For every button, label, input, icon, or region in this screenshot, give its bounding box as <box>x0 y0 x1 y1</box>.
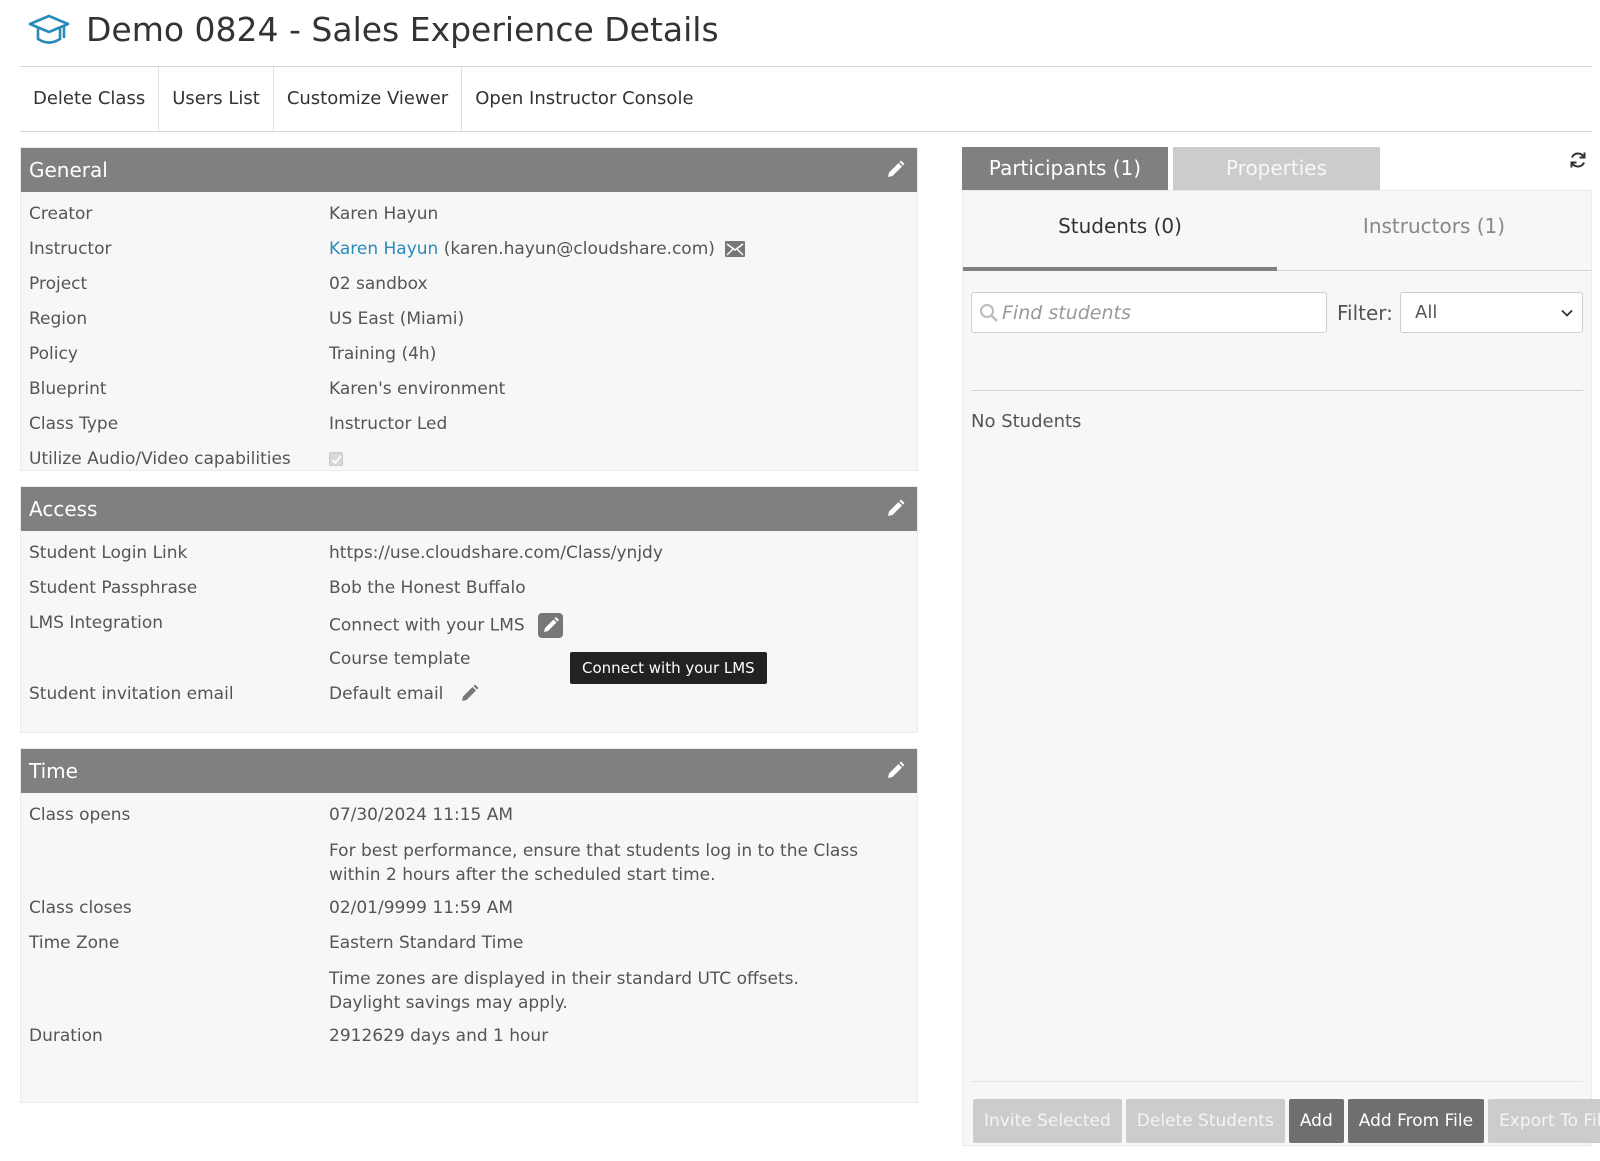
class-type-label: Class Type <box>29 414 119 434</box>
time-section-title: Time <box>29 759 78 783</box>
invitation-email-value: Default email <box>329 684 479 704</box>
creator-label: Creator <box>29 204 93 224</box>
empty-state-text: No Students <box>971 411 1082 432</box>
duration-label: Duration <box>29 1026 103 1046</box>
delete-class-button[interactable]: Delete Class <box>20 67 160 131</box>
region-label: Region <box>29 309 88 329</box>
general-section-title: General <box>29 158 108 182</box>
search-icon <box>980 304 998 322</box>
export-to-file-button[interactable]: Export To File <box>1488 1099 1600 1143</box>
project-link[interactable]: 02 sandbox <box>329 274 428 294</box>
filter-select[interactable]: All <box>1400 292 1583 333</box>
general-section-header: General <box>21 148 917 192</box>
pencil-icon[interactable] <box>885 160 905 180</box>
region-value: US East (Miami) <box>329 309 465 329</box>
subtab-students[interactable]: Students (0) <box>963 191 1277 271</box>
policy-link[interactable]: Training (4h) <box>329 344 436 364</box>
lms-tooltip: Connect with your LMS <box>570 652 767 684</box>
blueprint-label: Blueprint <box>29 379 107 399</box>
lms-edit-button[interactable] <box>538 613 564 638</box>
list-divider <box>971 390 1583 391</box>
time-zone-label: Time Zone <box>29 933 120 953</box>
creator-link[interactable]: Karen Hayun <box>329 204 438 224</box>
passphrase-value: Bob the Honest Buffalo <box>329 578 526 598</box>
search-input[interactable] <box>1002 293 1322 332</box>
access-section: Access Student Login Link https://use.cl… <box>20 486 918 733</box>
tab-properties[interactable]: Properties <box>1173 147 1380 190</box>
lms-label: LMS Integration <box>29 613 164 633</box>
add-button[interactable]: Add <box>1288 1099 1344 1143</box>
course-template-text: Course template <box>329 649 471 669</box>
class-closes-value: 02/01/9999 11:59 AM <box>329 898 514 918</box>
graduation-cap-icon <box>28 14 70 44</box>
policy-label: Policy <box>29 344 78 364</box>
time-section: Time Class opens 07/30/2024 11:15 AM For… <box>20 748 918 1103</box>
invitation-email-label: Student invitation email <box>29 684 234 704</box>
access-section-title: Access <box>29 497 98 521</box>
search-box <box>971 292 1327 333</box>
general-section: General Creator Karen Hayun Instructor K… <box>20 147 918 471</box>
check-icon <box>331 455 342 465</box>
customize-viewer-button[interactable]: Customize Viewer <box>274 67 463 131</box>
users-list-button[interactable]: Users List <box>159 67 274 131</box>
page-title: Demo 0824 - Sales Experience Details <box>86 10 719 49</box>
pencil-icon <box>544 617 560 632</box>
access-section-header: Access <box>21 487 917 531</box>
participants-subtabs: Students (0) Instructors (1) <box>963 191 1591 271</box>
filter-label: Filter: <box>1337 301 1393 325</box>
pencil-icon[interactable] <box>459 684 479 704</box>
av-checkbox <box>329 452 343 466</box>
mail-icon[interactable] <box>724 239 746 259</box>
passphrase-label: Student Passphrase <box>29 578 198 598</box>
instructor-email: (karen.hayun@cloudshare.com) <box>443 239 715 259</box>
action-toolbar: Delete Class Users List Customize Viewer… <box>20 67 1592 132</box>
page-header: Demo 0824 - Sales Experience Details <box>20 0 1592 67</box>
class-opens-value: 07/30/2024 11:15 AM <box>329 805 514 825</box>
av-value <box>329 449 343 469</box>
instructor-label: Instructor <box>29 239 112 259</box>
lms-connect-text: Connect with your LMS <box>329 615 525 636</box>
open-instructor-console-button[interactable]: Open Instructor Console <box>462 67 706 131</box>
invitation-email-text: Default email <box>329 684 444 704</box>
invite-selected-button[interactable]: Invite Selected <box>973 1099 1122 1143</box>
time-zone-value: Eastern Standard Time <box>329 933 524 953</box>
class-closes-label: Class closes <box>29 898 132 918</box>
pencil-icon[interactable] <box>885 499 905 519</box>
delete-students-button[interactable]: Delete Students <box>1125 1099 1285 1143</box>
lms-value: Connect with your LMS <box>329 613 564 638</box>
footer-divider <box>971 1081 1583 1082</box>
class-opens-label: Class opens <box>29 805 131 825</box>
time-zone-note: Time zones are displayed in their standa… <box>329 969 799 1013</box>
time-section-header: Time <box>21 749 917 793</box>
subtab-instructors[interactable]: Instructors (1) <box>1277 191 1591 271</box>
login-link[interactable]: https://use.cloudshare.com/Class/ynjdy <box>329 543 663 563</box>
footer-buttons: Invite Selected Delete Students Add Add … <box>973 1099 1600 1143</box>
instructor-link[interactable]: Karen Hayun <box>329 239 438 259</box>
login-link-label: Student Login Link <box>29 543 188 563</box>
pencil-icon[interactable] <box>885 761 905 781</box>
filter-selected-value: All <box>1415 302 1438 323</box>
av-label: Utilize Audio/Video capabilities <box>29 449 291 469</box>
refresh-icon[interactable] <box>1568 150 1588 170</box>
participants-panel: Students (0) Instructors (1) Filter: All… <box>962 190 1600 1146</box>
right-panel-tabs: Participants (1) Properties <box>962 147 1385 190</box>
blueprint-link[interactable]: Karen's environment <box>329 379 505 399</box>
class-type-value: Instructor Led <box>329 414 448 434</box>
class-opens-note: For best performance, ensure that studen… <box>329 841 859 885</box>
add-from-file-button[interactable]: Add From File <box>1347 1099 1485 1143</box>
chevron-down-icon <box>1561 309 1573 317</box>
duration-value: 2912629 days and 1 hour <box>329 1026 549 1046</box>
project-label: Project <box>29 274 88 294</box>
tab-participants[interactable]: Participants (1) <box>962 147 1168 190</box>
instructor-value: Karen Hayun (karen.hayun@cloudshare.com) <box>329 239 746 259</box>
